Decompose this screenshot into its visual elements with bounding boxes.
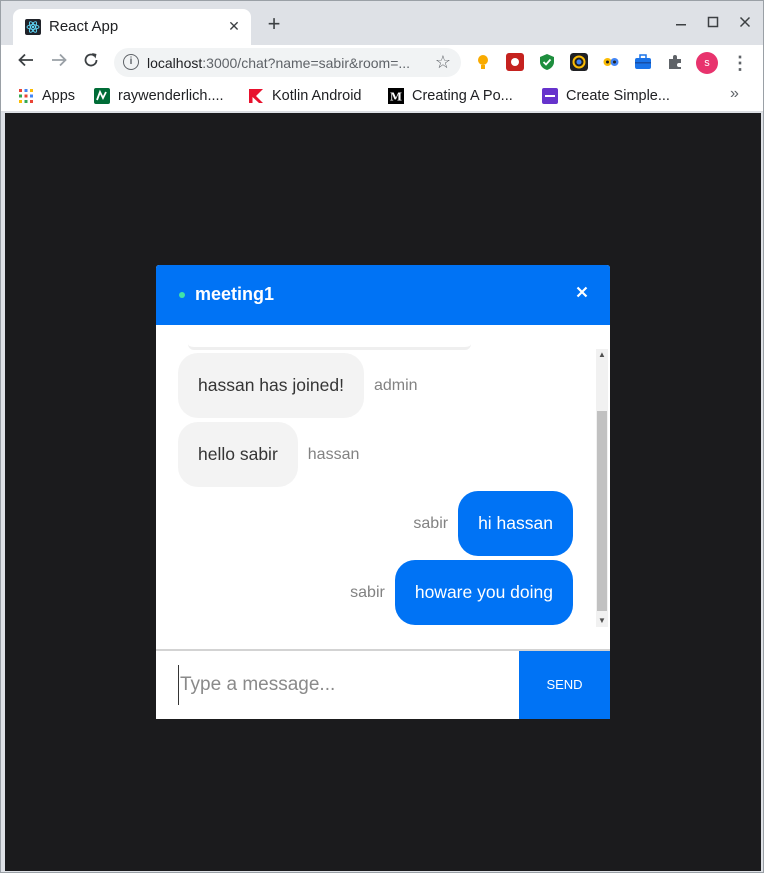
room-name: meeting1 — [195, 284, 275, 304]
message-list[interactable]: hassan has joined! admin hello sabir has… — [156, 325, 610, 649]
reload-icon[interactable] — [79, 51, 103, 75]
message-item: hello sabir hassan — [178, 422, 359, 487]
bookmark-label: Apps — [42, 88, 76, 104]
toolbox-extension-icon[interactable] — [634, 53, 652, 71]
page-content: meeting1 hassan has joined! admin hello … — [5, 113, 761, 871]
kotlin-icon — [249, 89, 263, 103]
bookmark-label: raywenderlich.... — [118, 88, 224, 104]
message-composer: SEND — [156, 649, 610, 719]
tab-react-app[interactable]: React App ✕ — [13, 9, 251, 45]
address-bar[interactable]: i localhost:3000/chat?name=sabir&room=..… — [114, 48, 461, 77]
profile-avatar[interactable]: s — [696, 52, 718, 74]
messages-scrollbar[interactable]: ▲ ▼ — [596, 349, 608, 627]
lightbulb-extension-icon[interactable] — [474, 53, 492, 71]
bookmark-kotlin-android[interactable]: Kotlin Android — [248, 86, 361, 106]
url-path: :3000/chat?name=sabir&room=... — [202, 55, 411, 71]
message-bubble: hello sabir — [178, 422, 298, 487]
bookmark-create-simple[interactable]: Create Simple... — [542, 86, 670, 106]
apps-grid-icon — [19, 89, 33, 103]
message-sender: admin — [373, 376, 418, 394]
message-item: sabir hi hassan — [413, 491, 573, 556]
url-host: localhost — [147, 55, 203, 71]
message-item: sabir howare you doing — [350, 560, 573, 625]
bookmark-medium[interactable]: M Creating A Po... — [388, 86, 513, 106]
browser-window: React App ✕ + i localhost:3000/chat?name… — [0, 0, 764, 873]
online-status-icon — [179, 292, 185, 298]
target-extension-icon[interactable] — [570, 53, 588, 71]
bookmark-apps[interactable]: Apps — [18, 86, 75, 106]
scroll-up-icon[interactable]: ▲ — [596, 349, 608, 361]
chat-window: meeting1 hassan has joined! admin hello … — [156, 265, 610, 719]
bookmark-label: Create Simple... — [566, 88, 670, 104]
raywenderlich-icon — [94, 88, 110, 104]
puzzle-extensions-icon[interactable] — [666, 53, 684, 71]
bookmark-raywenderlich[interactable]: raywenderlich.... — [94, 86, 224, 106]
send-button[interactable]: SEND — [519, 651, 610, 719]
tab-title: React App — [49, 18, 119, 35]
shield-extension-icon[interactable] — [538, 53, 556, 71]
message-input[interactable] — [178, 665, 508, 705]
scroll-thumb[interactable] — [597, 411, 607, 611]
new-tab-button[interactable]: + — [263, 13, 285, 36]
message-bubble: hassan has joined! — [178, 353, 364, 418]
url-text: localhost:3000/chat?name=sabir&room=... — [147, 55, 427, 71]
info-icon[interactable]: i — [123, 54, 139, 70]
react-icon — [25, 19, 41, 35]
scroll-down-icon[interactable]: ▼ — [596, 615, 608, 627]
bookmark-label: Creating A Po... — [412, 88, 513, 104]
svg-text:M: M — [390, 91, 402, 104]
bookmark-label: Kotlin Android — [272, 88, 362, 104]
message-bubble: hi hassan — [458, 491, 573, 556]
tab-close-icon[interactable]: ✕ — [225, 17, 243, 35]
bookmark-star-icon[interactable]: ☆ — [435, 52, 451, 73]
message-sender: sabir — [350, 583, 385, 601]
chat-header: meeting1 — [156, 265, 610, 325]
menu-kebab-icon[interactable]: ⋮ — [731, 51, 749, 75]
bug-extension-icon[interactable] — [506, 53, 524, 71]
owl-extension-icon[interactable] — [602, 53, 620, 71]
back-icon[interactable] — [14, 51, 38, 75]
browser-toolbar: i localhost:3000/chat?name=sabir&room=..… — [1, 45, 763, 80]
maximize-icon[interactable] — [702, 12, 724, 34]
close-chat-icon[interactable] — [574, 285, 590, 303]
message-sender: sabir — [413, 514, 449, 532]
forward-icon[interactable] — [47, 51, 71, 75]
medium-icon: M — [388, 88, 404, 104]
message-sender: hassan — [307, 445, 360, 463]
message-bubble: howare you doing — [394, 560, 573, 625]
tab-strip: React App ✕ + — [1, 1, 763, 45]
window-close-icon[interactable] — [734, 12, 756, 34]
previous-message-edge — [188, 344, 471, 350]
bookmarks-bar: Apps raywenderlich.... Kotlin Android M … — [1, 80, 763, 112]
message-item: hassan has joined! admin — [178, 353, 418, 418]
bookmark-purple-icon — [542, 88, 558, 104]
minimize-icon[interactable] — [670, 12, 692, 34]
more-bookmarks-icon[interactable]: » — [730, 85, 739, 103]
